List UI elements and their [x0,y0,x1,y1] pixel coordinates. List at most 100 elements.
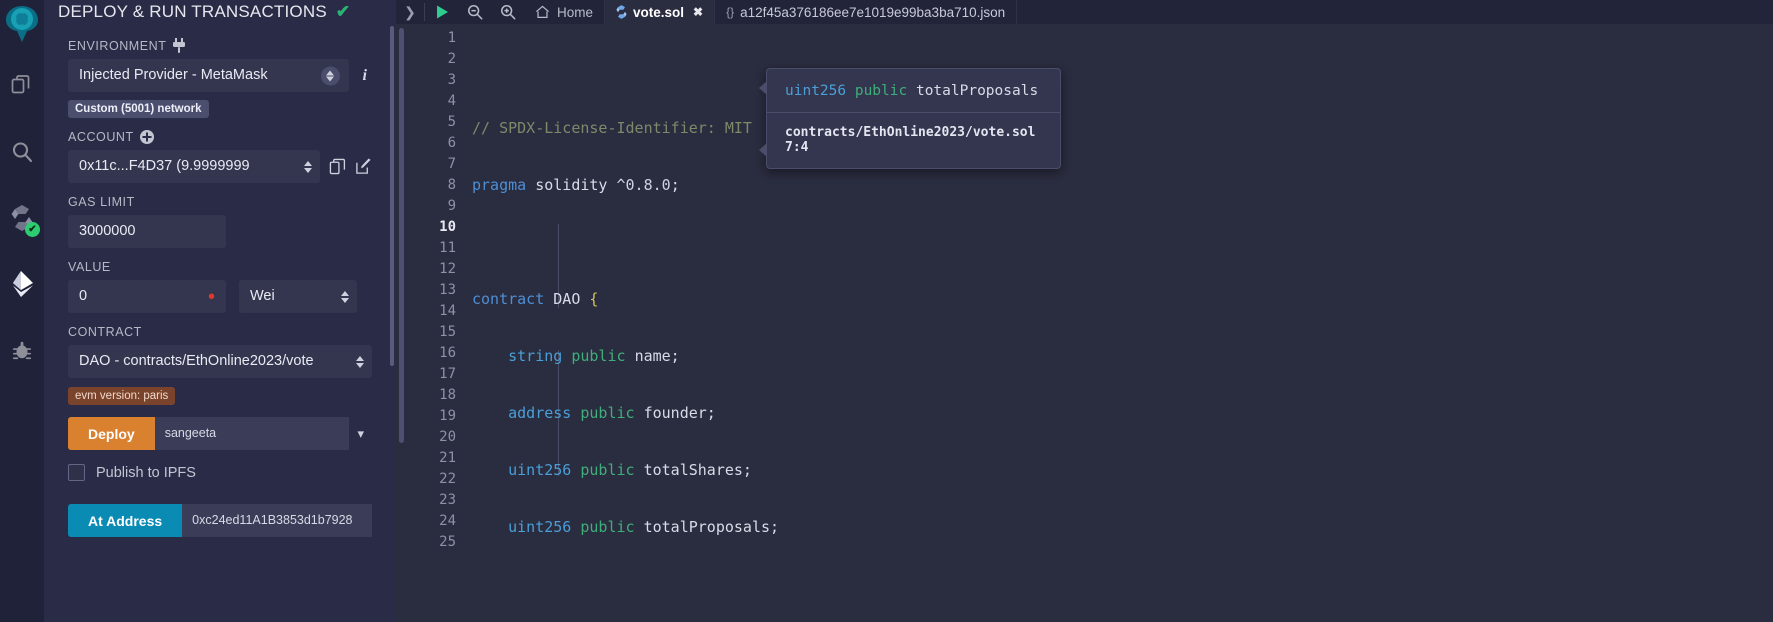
deploy-button[interactable]: Deploy [68,417,155,450]
tooltip-arrow-icon [759,143,767,157]
panel-scrollbar[interactable] [390,26,394,366]
line-number: 21 [439,450,456,466]
at-address-input[interactable]: 0xc24ed11A1B3853d1b7928 [182,504,372,537]
deploy-run-panel: DEPLOY & RUN TRANSACTIONS ✔ ENVIRONMENT [44,0,396,622]
at-address-button[interactable]: At Address [68,504,183,537]
gas-limit-input[interactable]: 3000000 [68,215,226,248]
environment-label-text: ENVIRONMENT [68,38,167,53]
home-icon [535,5,550,19]
deploy-run-icon[interactable] [2,264,42,304]
chevron-right-icon[interactable]: ❯ [396,0,424,24]
solidity-compiler-icon[interactable]: ✔ [2,198,42,238]
line-number: 12 [439,261,456,277]
file-explorer-icon[interactable] [2,66,42,106]
network-badge: Custom (5001) network [68,100,209,118]
account-select[interactable]: 0x11c...F4D37 (9.9999999 [68,150,320,183]
publish-ipfs-row[interactable]: Publish to IPFS [68,464,372,481]
editor-left-scrollbar[interactable] [396,24,408,622]
close-icon[interactable]: ✖ [693,5,703,19]
publish-ipfs-checkbox[interactable] [68,464,85,481]
gas-limit-group: GAS LIMIT 3000000 [68,195,372,248]
solidity-icon [616,5,627,19]
editor-area: ❯ Home vote.sol ✖ {} a12f45a376186ee7e10… [396,0,1773,622]
zoom-out-icon[interactable] [458,0,491,24]
line-number: 23 [439,492,456,508]
panel-header: DEPLOY & RUN TRANSACTIONS ✔ [44,0,396,24]
tooltip-arrow-icon [759,81,767,95]
line-number: 8 [447,177,456,193]
line-number: 24 [439,513,456,529]
plugin-active-check-icon: ✔ [335,2,351,21]
contract-label: CONTRACT [68,325,142,339]
line-number: 20 [439,429,456,445]
line-number: 7 [447,156,456,172]
line-number: 1 [447,30,456,46]
line-number-current: 10 [439,219,456,235]
remix-logo-icon[interactable] [2,4,42,44]
info-icon[interactable]: i [358,67,372,85]
account-label: ACCOUNT [68,130,372,144]
line-number: 4 [447,93,456,109]
evm-version-badge: evm version: paris [68,387,176,405]
tab-json[interactable]: {} a12f45a376186ee7e1019e99ba3ba710.json [715,0,1018,24]
line-number: 3 [447,72,456,88]
play-icon[interactable] [425,0,458,24]
contract-group: CONTRACT DAO - contracts/EthOnline2023/v… [68,325,372,405]
environment-select[interactable]: Injected Provider - MetaMask [68,59,349,92]
search-icon[interactable] [2,132,42,172]
tab-json-label: a12f45a376186ee7e1019e99ba3ba710.json [740,4,1006,20]
line-number: 14 [439,303,456,319]
line-number: 11 [439,240,456,256]
line-number: 5 [447,114,456,130]
zoom-in-icon[interactable] [491,0,524,24]
tab-home[interactable]: Home [524,0,606,24]
code-line: uint256 public totalProposals; [508,518,780,536]
chevron-down-icon[interactable]: ▾ [349,426,372,442]
line-number: 25 [439,534,456,550]
value-label: VALUE [68,260,111,274]
environment-label: ENVIRONMENT [68,38,372,53]
tab-vote-sol[interactable]: vote.sol ✖ [605,0,716,24]
tab-vote-sol-label: vote.sol [633,4,685,20]
tooltip-path: contracts/EthOnline2023/vote.sol 7:4 [785,125,1036,155]
debugger-icon[interactable] [2,330,42,370]
code-line: contract DAO { [472,290,599,308]
line-number: 6 [447,135,456,151]
environment-group: ENVIRONMENT Injected Provider - MetaMask [68,38,372,118]
page-title: DEPLOY & RUN TRANSACTIONS [58,2,327,21]
plus-circle-icon[interactable] [139,130,154,144]
line-number: 15 [439,324,456,340]
line-number: 22 [439,471,456,487]
deploy-constructor-input[interactable]: sangeeta [154,417,350,450]
code-line: // SPDX-License-Identifier: MIT [466,118,1773,139]
hover-tooltip: uint256 public totalProposals contracts/… [759,68,1061,169]
line-number: 17 [439,366,456,382]
line-number: 19 [439,408,456,424]
code-line-text: // SPDX-License-Identifier: MIT [472,119,752,137]
value-group: VALUE 0 • Wei [68,260,372,313]
compile-success-badge: ✔ [25,222,40,237]
line-number: 18 [439,387,456,403]
contract-select[interactable]: DAO - contracts/EthOnline2023/vote [68,345,372,378]
publish-ipfs-label: Publish to IPFS [96,464,196,481]
line-number: 13 [439,282,456,298]
tooltip-signature: uint256 public totalProposals [785,83,1039,99]
line-number: 16 [439,345,456,361]
line-number: 9 [447,198,456,214]
code-line: string public name; [508,347,680,365]
code-line: address public founder; [508,404,716,422]
value-unit-select[interactable]: Wei [239,280,357,313]
copy-icon[interactable] [329,158,346,175]
tab-home-label: Home [557,4,594,20]
account-label-text: ACCOUNT [68,130,134,144]
editor-tabbar: ❯ Home vote.sol ✖ {} a12f45a376186ee7e10… [396,0,1773,24]
gas-limit-label: GAS LIMIT [68,195,135,209]
code-content[interactable]: // SPDX-License-Identifier: MIT pragma s… [466,24,1773,622]
value-input[interactable]: 0 [68,280,226,313]
code-line: uint256 public totalShares; [508,461,752,479]
left-icon-rail: ✔ [0,0,44,622]
edit-icon[interactable] [355,158,372,175]
code-editor: 1 2 3 4 5 6 7 8 9 10 11 12 13 14 15 16 1… [396,24,1773,622]
